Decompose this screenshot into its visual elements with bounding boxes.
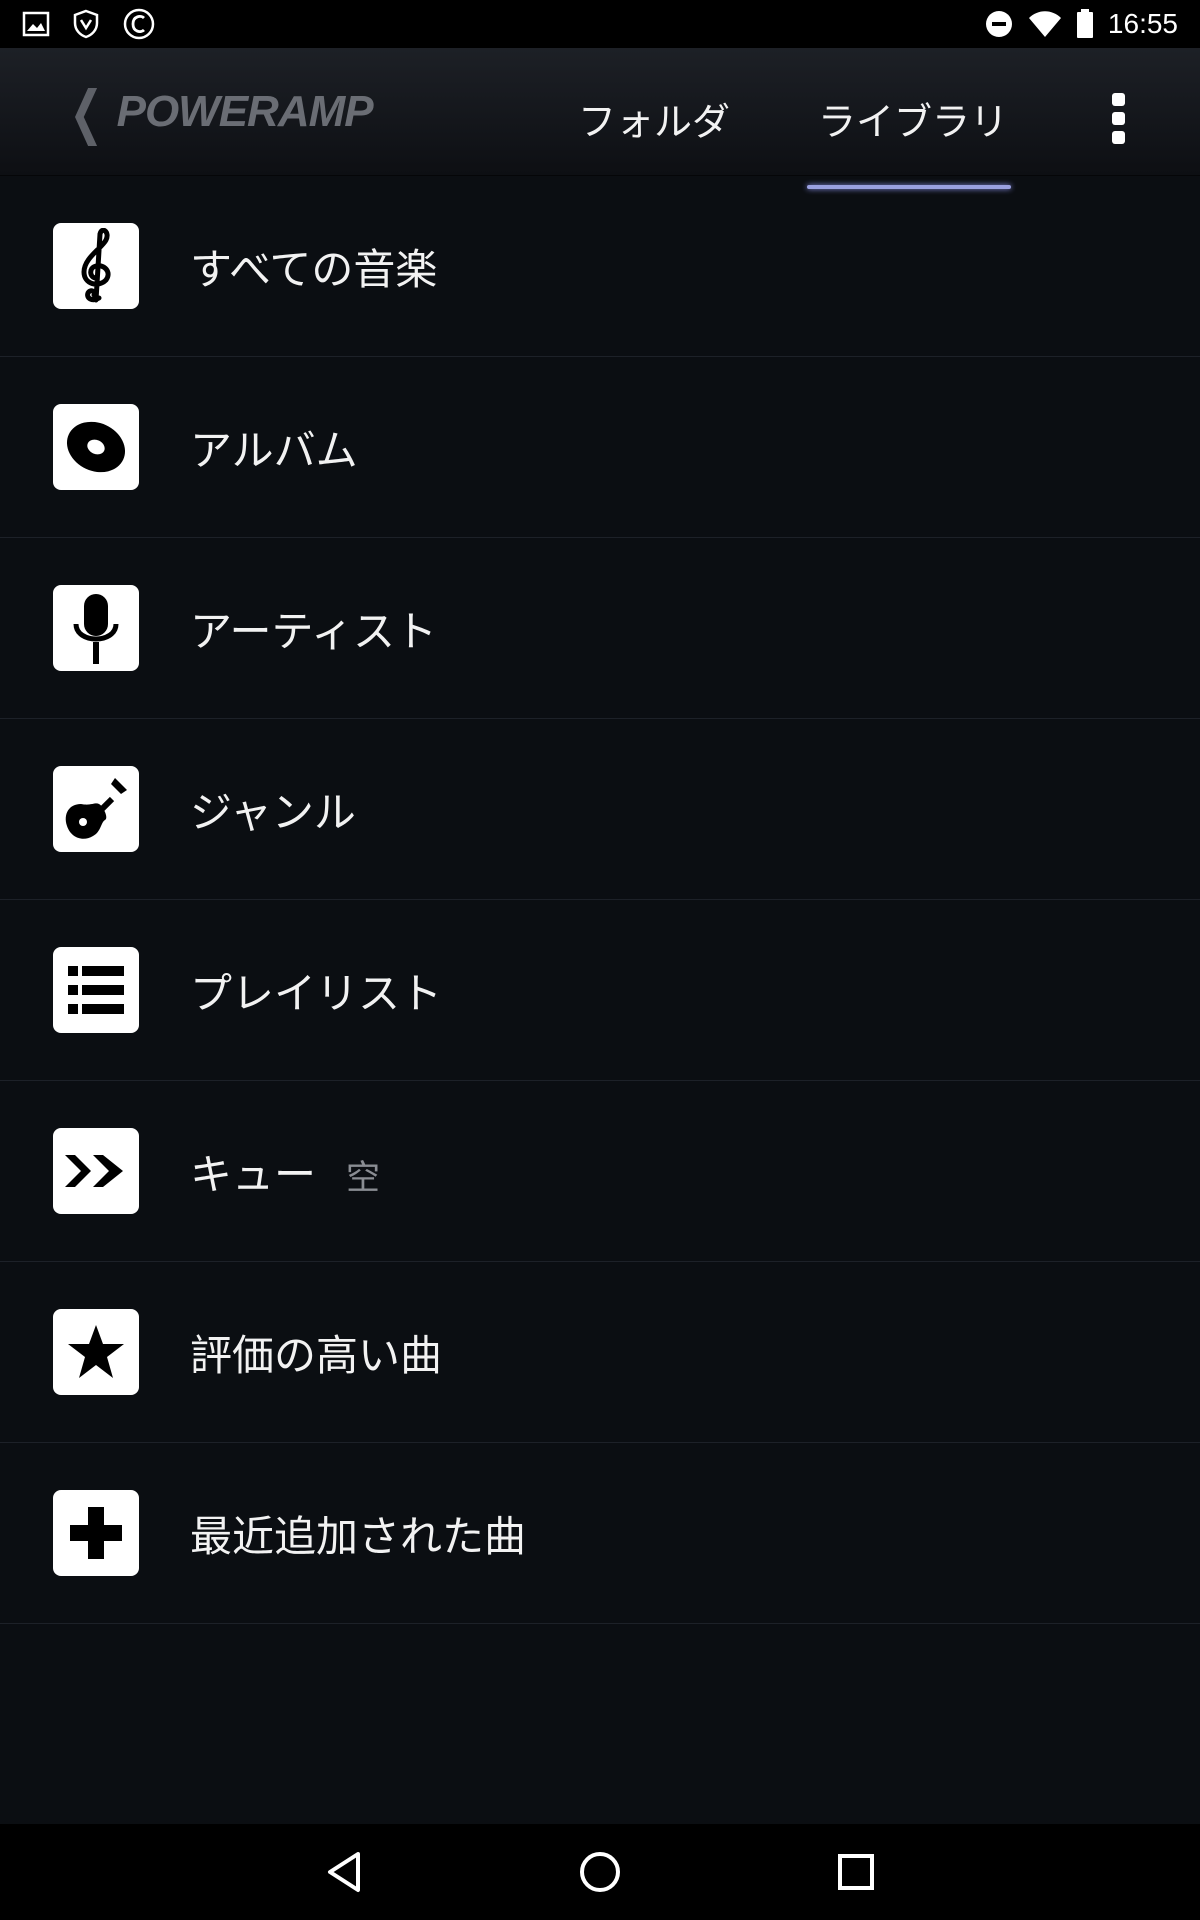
label-playlists: プレイリスト (190, 968, 443, 1018)
queue-empty-status: 空 (346, 1157, 381, 1198)
list-item-label: ジャンル (190, 779, 356, 840)
label-albums: アルバム (190, 425, 358, 475)
library-list: すべての音楽 アルバム アーティスト ジャンル プレイリスト キュー 空 評価の… (0, 176, 1200, 1624)
tab-folder[interactable]: フォルダ (578, 88, 730, 148)
wifi-icon (1028, 11, 1061, 37)
back-icon[interactable] (320, 1846, 372, 1898)
dnd-icon (985, 11, 1012, 37)
status-bar-left (22, 7, 178, 41)
treble-clef-icon (53, 223, 139, 309)
label-recently-added: 最近追加された曲 (190, 1511, 527, 1561)
list-item-label: アーティスト (190, 598, 437, 659)
list-item-playlists[interactable]: プレイリスト (0, 900, 1200, 1081)
label-all-music: すべての音楽 (190, 244, 438, 294)
label-top-rated: 評価の高い曲 (190, 1330, 443, 1380)
guitar-icon (53, 766, 139, 852)
tab-library[interactable]: ライブラリ (818, 88, 1008, 148)
plus-icon (53, 1490, 139, 1576)
status-bar: 16:55 (0, 0, 1200, 48)
list-item-top-rated[interactable]: 評価の高い曲 (0, 1262, 1200, 1443)
chevron-left-icon: ❮ (69, 78, 104, 146)
home-icon[interactable] (574, 1846, 626, 1898)
list-item-label: すべての音楽 (190, 236, 437, 297)
list-item-label: キュー空 (190, 1141, 380, 1202)
list-item-albums[interactable]: アルバム (0, 357, 1200, 538)
copyright-icon (123, 8, 155, 40)
list-item-label: 最近追加された曲 (190, 1503, 526, 1564)
list-item-genres[interactable]: ジャンル (0, 719, 1200, 900)
label-genres: ジャンル (190, 787, 356, 837)
battery-icon (1076, 9, 1093, 38)
list-item-label: プレイリスト (190, 960, 442, 1021)
list-icon (53, 947, 139, 1033)
list-item-label: アルバム (190, 417, 358, 478)
overflow-menu-icon[interactable] (1098, 88, 1138, 148)
status-bar-right: 16:55 (970, 8, 1178, 40)
list-item-recently-added[interactable]: 最近追加された曲 (0, 1443, 1200, 1624)
list-item-label: 評価の高い曲 (190, 1322, 442, 1383)
shield-icon (73, 9, 99, 39)
list-item-all-music[interactable]: すべての音楽 (0, 176, 1200, 357)
queue-forward-icon (53, 1128, 139, 1214)
list-item-queue[interactable]: キュー空 (0, 1081, 1200, 1262)
poweramp-logo[interactable]: ❮ POWERAMP (62, 82, 373, 142)
label-queue: キュー (190, 1149, 317, 1199)
list-item-artists[interactable]: アーティスト (0, 538, 1200, 719)
app-bar: ❮ POWERAMP フォルダ ライブラリ (0, 48, 1200, 189)
image-icon (22, 11, 50, 37)
logo-text: POWERAMP (116, 87, 374, 136)
clock: 16:55 (1107, 8, 1178, 39)
disc-icon (53, 404, 139, 490)
label-artists: アーティスト (190, 606, 437, 656)
microphone-icon (53, 585, 139, 671)
recents-icon[interactable] (830, 1846, 882, 1898)
system-nav-bar (0, 1824, 1200, 1920)
star-icon (53, 1309, 139, 1395)
